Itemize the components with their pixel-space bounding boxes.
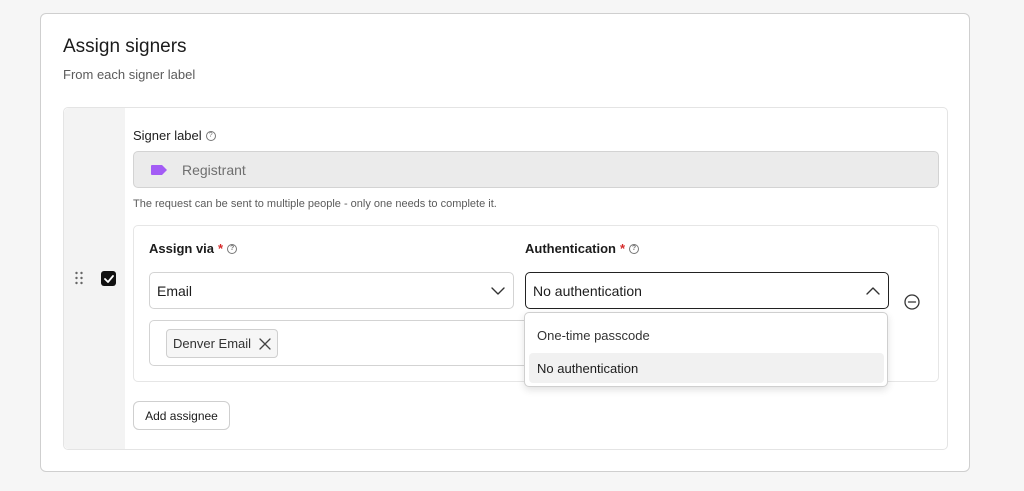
add-assignee-button[interactable]: Add assignee: [133, 401, 230, 430]
signer-note: The request can be sent to multiple peop…: [133, 198, 497, 210]
minus-circle-icon[interactable]: [904, 294, 920, 310]
signer-block: Signer label ? Registrant The request ca…: [63, 107, 948, 450]
help-icon[interactable]: ?: [205, 130, 216, 141]
authentication-label: Authentication: [525, 241, 616, 256]
assign-via-value: Email: [157, 282, 193, 299]
help-icon[interactable]: ?: [629, 243, 640, 254]
drag-handle-icon[interactable]: [74, 271, 84, 285]
close-icon[interactable]: [259, 337, 271, 350]
authentication-value: No authentication: [533, 282, 642, 299]
authentication-heading: Authentication * ?: [525, 241, 640, 256]
option-label: No authentication: [537, 360, 639, 376]
signer-label-field: Registrant: [133, 151, 939, 188]
required-marker: *: [620, 241, 626, 256]
recipients-input[interactable]: Denver Email: [149, 320, 529, 366]
assign-via-heading: Assign via * ?: [149, 241, 238, 256]
chevron-down-icon: [491, 286, 505, 295]
dropdown-option-one-time-passcode[interactable]: One-time passcode: [529, 320, 884, 350]
dropdown-option-no-authentication[interactable]: No authentication: [529, 353, 884, 383]
card-subtitle: From each signer label: [63, 67, 196, 82]
recipient-chip-label: Denver Email: [173, 336, 252, 351]
recipient-chip: Denver Email: [166, 329, 279, 358]
authentication-dropdown: One-time passcode No authentication: [524, 312, 888, 387]
authentication-select[interactable]: No authentication: [525, 272, 889, 309]
signer-label-text: Signer label: [133, 128, 202, 143]
assign-signers-card: Assign signers From each signer label Si…: [40, 13, 970, 472]
signer-label-heading: Signer label ?: [133, 128, 216, 143]
assign-via-select[interactable]: Email: [149, 272, 514, 309]
help-icon[interactable]: ?: [227, 243, 238, 254]
signer-gutter: [64, 108, 125, 449]
checkbox-checked-icon: [103, 274, 114, 283]
chevron-up-icon: [866, 286, 880, 295]
option-label: One-time passcode: [537, 327, 650, 343]
tag-icon: [151, 164, 167, 175]
required-marker: *: [218, 241, 224, 256]
card-title: Assign signers: [63, 36, 187, 57]
signer-label-value: Registrant: [182, 161, 246, 178]
signer-checkbox[interactable]: [101, 271, 116, 286]
assign-via-label: Assign via: [149, 241, 215, 256]
